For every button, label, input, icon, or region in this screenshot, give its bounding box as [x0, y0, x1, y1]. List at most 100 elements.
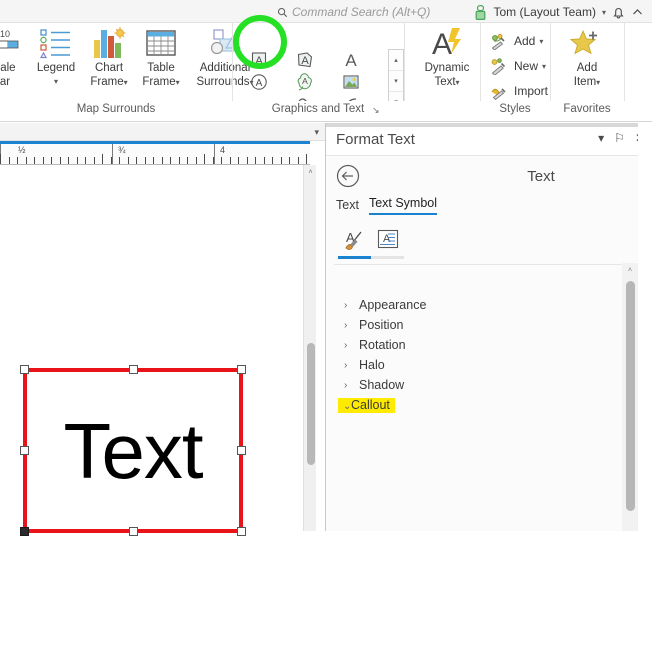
tab-text-symbol[interactable]: Text Symbol: [368, 196, 438, 215]
svg-text:A: A: [432, 28, 452, 60]
chevron-right-icon: ›: [344, 299, 348, 311]
panel-scroll-up-icon[interactable]: ˄: [622, 263, 638, 278]
user-menu-caret[interactable]: ▾: [602, 8, 606, 17]
svg-text:A: A: [383, 233, 391, 245]
styles-import-label: Import: [514, 84, 549, 98]
section-label-position: Position: [359, 318, 404, 332]
section-label-shadow: Shadow: [359, 378, 405, 392]
ribbon-label-table-frame-1: Table: [147, 62, 175, 74]
panel-scroll-thumb[interactable]: [626, 281, 635, 511]
legend-caret-icon[interactable]: ▾: [28, 75, 84, 89]
table-frame-icon: [134, 25, 188, 61]
horizontal-ruler[interactable]: ½ ¾ 4: [0, 144, 310, 165]
ribbon: Command Search (Alt+Q) Tom (Layout Team)…: [0, 0, 652, 123]
layout-canvas[interactable]: Text: [0, 165, 300, 536]
user-icon: [476, 4, 486, 20]
chevron-right-icon: ›: [344, 319, 348, 331]
ribbon-button-chart-frame[interactable]: Chart Frame▾: [82, 25, 136, 89]
ribbon-label-chart-frame-2: Frame▾: [82, 75, 136, 90]
ribbon-button-add-item[interactable]: Add Item▾: [558, 25, 616, 89]
chart-frame-line2: Frame: [90, 75, 124, 88]
ribbon-label-add-item-1: Add: [576, 62, 598, 74]
styles-new-button[interactable]: New ▾: [488, 56, 546, 76]
gallery-scroll-up-icon[interactable]: ▴: [389, 50, 403, 71]
resize-handle-bottom-center[interactable]: [129, 527, 138, 536]
tab-text[interactable]: Text: [336, 198, 359, 215]
ribbon-button-dynamic-text[interactable]: A Dynamic Text▾: [412, 25, 482, 89]
section-callout-highlight: ⌄Callout: [338, 398, 395, 413]
chevron-down-icon: ⌄: [343, 401, 352, 412]
styles-add-button[interactable]: Add ▾: [488, 31, 543, 51]
panel-pin-icon[interactable]: ⚐: [614, 132, 625, 144]
dynamic-text-icon: A: [412, 25, 482, 61]
chevron-right-icon: ›: [344, 359, 348, 371]
properties-brush-icon[interactable]: A: [340, 228, 366, 253]
ribbon-label-dynamic-text-1: Dynamic: [424, 62, 470, 74]
scale-bar-icon: 5 10: [0, 25, 28, 61]
svg-text:A: A: [301, 55, 309, 67]
section-callout[interactable]: ⌄Callout: [338, 398, 395, 413]
resize-handle-middle-left[interactable]: [20, 446, 29, 455]
cloud-callout-text-icon[interactable]: A: [282, 71, 328, 93]
section-appearance[interactable]: › Appearance: [344, 298, 426, 312]
styles-new-caret-icon[interactable]: ▾: [542, 62, 546, 71]
resize-handle-middle-right[interactable]: [237, 446, 246, 455]
dynamic-text-caret-icon[interactable]: ▾: [456, 78, 460, 87]
panel-title: Format Text: [336, 131, 415, 148]
back-arrow-icon[interactable]: [336, 164, 360, 188]
ribbon-button-scale-bar[interactable]: 5 10 cale ar: [0, 25, 28, 88]
chevron-right-icon: ›: [344, 379, 348, 391]
selected-text-element[interactable]: Text: [20, 365, 246, 536]
user-account-area[interactable]: Tom (Layout Team) ▾: [474, 2, 644, 22]
anchor-handle-bottom-left[interactable]: [20, 527, 29, 536]
ribbon-button-table-frame[interactable]: Table Frame▾: [134, 25, 188, 89]
graphics-text-dialog-launcher-icon[interactable]: ↘: [372, 105, 382, 115]
bell-icon[interactable]: [612, 5, 625, 20]
circle-text-icon[interactable]: A: [236, 71, 282, 93]
panel-menu-icon[interactable]: ▾: [598, 132, 604, 144]
section-rotation[interactable]: › Rotation: [344, 338, 406, 352]
resize-handle-bottom-right[interactable]: [237, 527, 246, 536]
resize-handle-top-left[interactable]: [20, 365, 29, 374]
ribbon-label-scale-bar-2: ar: [0, 75, 11, 88]
styles-add-caret-icon[interactable]: ▾: [539, 37, 543, 46]
ruler-label-2: 4: [220, 145, 226, 155]
rectangle-text-icon[interactable]: A: [236, 49, 282, 71]
layout-vertical-scrollbar[interactable]: ˄: [303, 165, 316, 531]
text-tool-icon[interactable]: A: [328, 49, 374, 71]
command-search-input[interactable]: Command Search (Alt+Q): [277, 3, 467, 21]
section-position[interactable]: › Position: [344, 318, 403, 332]
resize-handle-top-center[interactable]: [129, 365, 138, 374]
picture-icon[interactable]: [328, 71, 374, 93]
polygon-text-icon[interactable]: A: [282, 49, 328, 71]
chart-frame-icon: [82, 25, 136, 61]
panel-object-title: Text: [527, 168, 555, 185]
ribbon-label-legend: Legend: [36, 62, 76, 74]
chevron-up-icon[interactable]: [631, 6, 644, 19]
magnifier-icon: [277, 7, 288, 17]
symbol-tool-icons[interactable]: A A: [340, 228, 400, 253]
table-frame-line2: Frame: [142, 75, 176, 88]
styles-add-label: Add: [514, 34, 536, 48]
group-separator-5: [624, 23, 625, 101]
symbol-layers-icon[interactable]: A: [376, 228, 400, 253]
format-text-panel: Format Text ▾ ⚐ ✕ Text Text Text Symbol …: [325, 123, 652, 531]
text-callout-background[interactable]: Text: [23, 368, 243, 533]
group-separator-3: [480, 23, 481, 101]
panel-tabs[interactable]: Text Text Symbol: [336, 196, 438, 215]
ribbon-button-legend[interactable]: Legend ▾: [28, 25, 84, 88]
symbol-tab-underline: [338, 256, 404, 259]
layout-view-menu-caret-icon[interactable]: ▾: [314, 127, 319, 138]
resize-handle-top-right[interactable]: [237, 365, 246, 374]
layout-scroll-thumb[interactable]: [307, 343, 315, 465]
table-frame-caret-icon[interactable]: ▾: [176, 78, 180, 87]
panel-right-margin: [638, 123, 652, 531]
add-item-caret-icon[interactable]: ▾: [596, 78, 600, 87]
styles-import-button[interactable]: Import: [488, 81, 548, 101]
section-halo[interactable]: › Halo: [344, 358, 385, 372]
section-shadow[interactable]: › Shadow: [344, 378, 404, 392]
add-item-line2: Item: [573, 75, 597, 88]
chart-frame-caret-icon[interactable]: ▾: [124, 78, 128, 87]
gallery-scroll-down-icon[interactable]: ▾: [389, 71, 403, 92]
panel-vertical-scrollbar[interactable]: ˄: [622, 263, 638, 531]
